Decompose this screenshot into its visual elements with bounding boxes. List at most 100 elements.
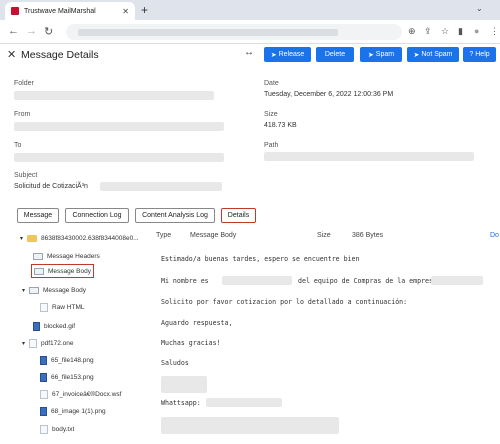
tree-root-label: 8638f83430002.638f8344008e0... xyxy=(41,234,139,242)
browser-tab-bar: Trustwave MailMarshal ✕ + ⌄ xyxy=(0,0,500,20)
folder-icon xyxy=(27,234,37,242)
tree-label: blocked.gif xyxy=(44,322,76,330)
help-button[interactable]: ? Help xyxy=(463,47,496,62)
tree-label: Message Body xyxy=(43,286,86,294)
redacted-name xyxy=(222,276,292,285)
file-icon xyxy=(40,424,48,434)
browser-menu-icon[interactable]: ⋮ xyxy=(490,26,499,37)
body-whatsapp: Whattsapp: xyxy=(161,399,201,407)
tree-item-message-body-selected[interactable]: Message Body xyxy=(31,264,94,278)
body-line-2b: del equipo de Compras de la empresa xyxy=(298,277,437,285)
tree-label: body.txt xyxy=(52,425,75,433)
date-value: Tuesday, December 6, 2022 12:00:36 PM xyxy=(264,91,394,98)
chevron-down-icon[interactable]: ▾ xyxy=(22,287,29,294)
tree-label: Message Headers xyxy=(47,252,100,260)
tree-item-message-body-group[interactable]: ▾ Message Body xyxy=(22,284,86,296)
file-icon xyxy=(40,302,48,312)
reload-icon[interactable]: ↻ xyxy=(44,25,53,38)
size-col-value: 386 Bytes xyxy=(352,232,384,239)
profile-avatar-icon[interactable]: ● xyxy=(474,26,479,36)
browser-tab[interactable]: Trustwave MailMarshal ✕ xyxy=(5,2,135,20)
release-button[interactable]: ➤ Release xyxy=(264,47,311,62)
bookmark-star-icon[interactable]: ☆ xyxy=(441,26,449,37)
subject-label: Subject xyxy=(14,172,38,179)
back-icon[interactable]: ← xyxy=(8,25,19,37)
not-spam-button[interactable]: ➤ Not Spam xyxy=(407,47,459,62)
image-file-icon xyxy=(40,372,47,382)
tree-label: 65_file148.png xyxy=(51,356,94,364)
redacted-url xyxy=(78,29,338,36)
tree-label: Message Body xyxy=(48,267,91,275)
side-panel-icon[interactable]: ▮ xyxy=(458,26,463,37)
spam-button[interactable]: ➤ Spam xyxy=(360,47,402,62)
tab-close-icon[interactable]: ✕ xyxy=(122,7,129,16)
body-line-4: Aguardo respuesta, xyxy=(161,319,233,327)
body-line-6: Saludos xyxy=(161,359,189,367)
send-icon: ➤ xyxy=(367,51,374,59)
tree-item-file-67[interactable]: 67_invoiceâ€®Docx.wsf xyxy=(40,388,121,400)
chevron-down-icon[interactable]: ▾ xyxy=(22,340,29,347)
image-file-icon xyxy=(40,355,47,365)
send-icon: ➤ xyxy=(413,51,420,59)
body-line-3: Solicito por favor cotizacion por lo det… xyxy=(161,298,408,306)
delete-button[interactable]: Delete xyxy=(316,47,354,62)
tree-item-file-68[interactable]: 68_image 1(1).png xyxy=(40,405,106,417)
type-value: Message Body xyxy=(190,232,237,239)
help-icon: ? xyxy=(469,51,474,58)
tab-content-analysis-log[interactable]: Content Analysis Log xyxy=(135,208,215,223)
address-bar[interactable] xyxy=(66,24,402,40)
tree-item-file-65[interactable]: 65_file148.png xyxy=(40,354,94,366)
redacted-folder-value xyxy=(14,91,214,100)
tree-item-raw-html[interactable]: Raw HTML xyxy=(40,301,85,313)
tree-item-blocked-gif[interactable]: blocked.gif xyxy=(33,320,75,332)
envelope-icon xyxy=(33,252,43,260)
tree-item-pdf-one[interactable]: ▾ pdf172.one xyxy=(22,337,74,349)
envelope-icon xyxy=(29,286,39,294)
share-icon[interactable]: ⇪ xyxy=(424,26,432,37)
body-line-2a: Mi nombre es xyxy=(161,277,209,285)
tree-item-body-txt[interactable]: body.txt xyxy=(40,423,74,435)
not-spam-button-label: Not Spam xyxy=(421,51,453,58)
tree-item-root[interactable]: ▾ 8638f83430002.638f8344008e0... xyxy=(20,232,139,244)
download-link[interactable]: Do xyxy=(490,232,499,239)
redacted-from-value xyxy=(14,122,224,131)
redacted-signature xyxy=(161,376,207,393)
delete-button-label: Delete xyxy=(324,51,346,58)
tree-label: 67_invoiceâ€®Docx.wsf xyxy=(52,390,122,398)
image-file-icon xyxy=(33,321,40,331)
redacted-phone xyxy=(206,398,282,407)
date-label: Date xyxy=(264,80,279,87)
redacted-company xyxy=(431,276,483,285)
trustwave-favicon-icon xyxy=(11,7,19,15)
new-tab-icon[interactable]: + xyxy=(141,3,148,17)
size-label: Size xyxy=(264,111,278,118)
forward-icon[interactable]: → xyxy=(26,25,37,37)
page-title: Message Details xyxy=(21,49,99,61)
folder-label: Folder xyxy=(14,80,34,87)
release-button-label: Release xyxy=(278,51,305,58)
tab-search-chevron-icon[interactable]: ⌄ xyxy=(476,4,483,13)
send-icon: ➤ xyxy=(270,51,277,59)
redacted-footer xyxy=(161,417,339,434)
file-icon xyxy=(29,338,37,348)
tree-item-file-66[interactable]: 66_file153.png xyxy=(40,371,94,383)
close-icon[interactable]: ✕ xyxy=(7,48,16,61)
message-details-header: ✕ Message Details ↔ ➤ Release Delete ➤ S… xyxy=(0,44,500,66)
to-label: To xyxy=(14,142,22,149)
body-line-1: Estimado/a buenas tardes, espero se encu… xyxy=(161,255,360,263)
browser-tab-title: Trustwave MailMarshal xyxy=(24,7,96,15)
expand-icon[interactable]: ↔ xyxy=(244,47,254,58)
envelope-icon xyxy=(34,267,44,275)
tree-label: Raw HTML xyxy=(52,303,85,311)
tree-label: pdf172.one xyxy=(41,339,74,347)
chevron-down-icon[interactable]: ▾ xyxy=(20,235,27,242)
size-col-label: Size xyxy=(317,232,331,239)
type-label: Type xyxy=(156,232,172,239)
spam-button-label: Spam xyxy=(375,51,395,58)
tree-item-message-headers[interactable]: Message Headers xyxy=(33,250,100,262)
tab-message[interactable]: Message xyxy=(17,208,59,223)
zoom-icon[interactable]: ⊕ xyxy=(408,26,416,37)
tab-connection-log[interactable]: Connection Log xyxy=(65,208,129,223)
redacted-subject-suffix xyxy=(100,182,222,191)
tab-details[interactable]: Details xyxy=(221,208,256,223)
